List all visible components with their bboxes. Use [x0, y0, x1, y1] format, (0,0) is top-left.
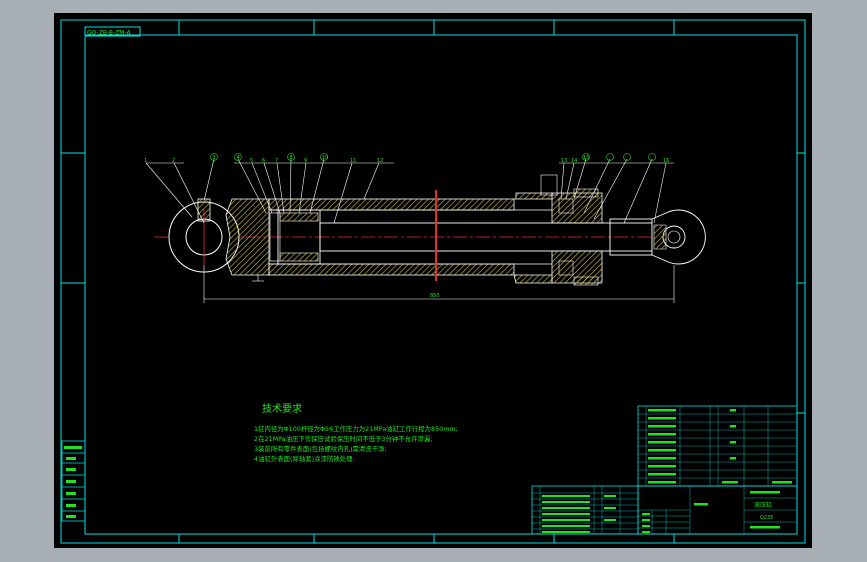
- barrel-step: [514, 192, 553, 200]
- zone-ticks: [61, 20, 805, 543]
- barrel-wall-top: [268, 198, 515, 211]
- svg-text:13: 13: [561, 158, 567, 164]
- svg-text:5: 5: [250, 158, 253, 164]
- svg-text:2: 2: [172, 158, 175, 164]
- svg-text:4: 4: [237, 155, 240, 161]
- material-label: Q235: [760, 515, 773, 521]
- svg-text:14: 14: [571, 158, 577, 164]
- svg-text:7: 7: [275, 158, 278, 164]
- svg-text:6: 6: [262, 158, 265, 164]
- standard-parts-list: [531, 485, 639, 535]
- svg-text:9: 9: [304, 158, 307, 164]
- barrel-wall-bottom: [268, 263, 515, 276]
- tech-requirements-title: 技术要求: [262, 402, 302, 415]
- svg-text:3装前所有零件表面(包括螺纹内孔)需清洗干净;: 3装前所有零件表面(包括螺纹内孔)需清洗干净;: [254, 444, 387, 453]
- cylinder-assembly: 850: [154, 174, 706, 303]
- svg-text:10: 10: [322, 155, 328, 161]
- svg-text:1缸内径为Φ100杆径为Φ56工作压力为21MPa油缸工作行: 1缸内径为Φ100杆径为Φ56工作压力为21MPa油缸工作行程为850mm;: [254, 424, 458, 433]
- grease-fitting: [197, 198, 211, 222]
- svg-text:15: 15: [583, 155, 589, 161]
- tech-requirements: 1缸内径为Φ100杆径为Φ56工作压力为21MPa油缸工作行程为850mm; 2…: [254, 424, 458, 463]
- outer-border: [60, 19, 806, 544]
- svg-text:16: 16: [663, 158, 669, 164]
- svg-text:3: 3: [213, 155, 216, 161]
- svg-text:1: 1: [144, 158, 147, 164]
- svg-text:2在21MPa油压下作保压试验保压时间不低于3分钟不允许渗漏: 2在21MPa油压下作保压试验保压时间不低于3分钟不允许渗漏;: [254, 434, 432, 443]
- left-strip-text: [64, 446, 82, 518]
- inner-border: [84, 34, 798, 535]
- title-block: 液压缸 Q235: [637, 485, 798, 535]
- svg-text:4油缸外表面(除轴套)涂漆防锈处理.: 4油缸外表面(除轴套)涂漆防锈处理.: [254, 454, 355, 463]
- drawing-sheet: GO-ZB-B-ZM-A 850 1 2 3 4 5 6 7 8 9 10 11…: [60, 19, 806, 544]
- drawing-number: GO-ZB-B-ZM-A: [87, 30, 131, 37]
- balloon-numbers: 1 2 3 4 5 6 7 8 9 10 11 12 13 14 15 16: [144, 155, 669, 164]
- dimension-label: 850: [430, 293, 440, 299]
- svg-text:11: 11: [350, 158, 356, 164]
- svg-text:8: 8: [290, 155, 293, 161]
- cad-viewport[interactable]: GO-ZB-B-ZM-A 850 1 2 3 4 5 6 7 8 9 10 11…: [54, 13, 812, 548]
- svg-text:12: 12: [377, 158, 383, 164]
- sheet-name: 液压缸: [754, 501, 772, 509]
- rear-cap: [225, 198, 270, 276]
- parts-list: [637, 405, 798, 487]
